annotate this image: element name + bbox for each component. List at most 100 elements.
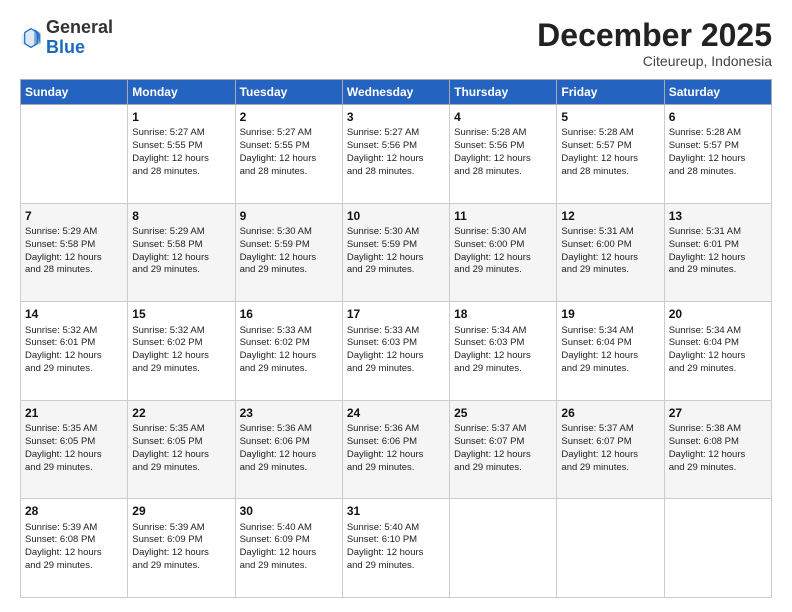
logo-text: General Blue (46, 18, 113, 58)
day-info-line: Daylight: 12 hours (25, 449, 123, 462)
day-number: 8 (132, 208, 230, 224)
day-info-line: and 28 minutes. (669, 166, 767, 179)
calendar-cell: 29Sunrise: 5:39 AMSunset: 6:09 PMDayligh… (128, 499, 235, 598)
day-info-line: Daylight: 12 hours (454, 252, 552, 265)
day-info-line: Sunset: 5:59 PM (347, 239, 445, 252)
day-number: 7 (25, 208, 123, 224)
day-info-line: Sunset: 5:59 PM (240, 239, 338, 252)
day-number: 6 (669, 109, 767, 125)
day-info-line: Sunrise: 5:28 AM (669, 127, 767, 140)
day-number: 30 (240, 503, 338, 519)
calendar-cell: 5Sunrise: 5:28 AMSunset: 5:57 PMDaylight… (557, 105, 664, 204)
day-info-line: Sunset: 6:01 PM (25, 337, 123, 350)
day-info-line: Sunrise: 5:30 AM (347, 226, 445, 239)
header: General Blue December 2025 Citeureup, In… (20, 18, 772, 69)
day-info-line: Sunset: 6:08 PM (669, 436, 767, 449)
day-info-line: and 29 minutes. (132, 560, 230, 573)
day-info-line: Sunrise: 5:30 AM (240, 226, 338, 239)
day-info-line: Daylight: 12 hours (240, 547, 338, 560)
day-number: 26 (561, 405, 659, 421)
day-info-line: and 29 minutes. (240, 264, 338, 277)
day-number: 1 (132, 109, 230, 125)
day-info-line: Sunrise: 5:31 AM (561, 226, 659, 239)
day-info-line: Daylight: 12 hours (561, 252, 659, 265)
calendar-cell: 17Sunrise: 5:33 AMSunset: 6:03 PMDayligh… (342, 302, 449, 401)
day-info-line: Sunset: 6:07 PM (454, 436, 552, 449)
day-info-line: and 29 minutes. (347, 264, 445, 277)
calendar-cell (450, 499, 557, 598)
day-info-line: and 29 minutes. (25, 462, 123, 475)
day-number: 18 (454, 306, 552, 322)
day-info-line: Sunset: 5:56 PM (454, 140, 552, 153)
day-info-line: and 29 minutes. (454, 363, 552, 376)
calendar-week-2: 7Sunrise: 5:29 AMSunset: 5:58 PMDaylight… (21, 203, 772, 302)
day-number: 24 (347, 405, 445, 421)
calendar-cell: 7Sunrise: 5:29 AMSunset: 5:58 PMDaylight… (21, 203, 128, 302)
calendar-cell: 21Sunrise: 5:35 AMSunset: 6:05 PMDayligh… (21, 400, 128, 499)
day-info-line: Sunset: 6:02 PM (132, 337, 230, 350)
logo: General Blue (20, 18, 113, 58)
day-info-line: Sunset: 6:05 PM (25, 436, 123, 449)
day-info-line: Daylight: 12 hours (132, 350, 230, 363)
day-info-line: Sunrise: 5:35 AM (25, 423, 123, 436)
day-info-line: Daylight: 12 hours (347, 449, 445, 462)
day-number: 31 (347, 503, 445, 519)
calendar-cell: 14Sunrise: 5:32 AMSunset: 6:01 PMDayligh… (21, 302, 128, 401)
day-info-line: Sunrise: 5:35 AM (132, 423, 230, 436)
day-info-line: Sunset: 5:57 PM (669, 140, 767, 153)
day-number: 9 (240, 208, 338, 224)
col-header-monday: Monday (128, 80, 235, 105)
day-info-line: Sunrise: 5:27 AM (347, 127, 445, 140)
day-info-line: Sunset: 5:55 PM (240, 140, 338, 153)
day-number: 11 (454, 208, 552, 224)
day-info-line: and 29 minutes. (25, 560, 123, 573)
calendar-cell: 10Sunrise: 5:30 AMSunset: 5:59 PMDayligh… (342, 203, 449, 302)
day-info-line: Sunrise: 5:32 AM (25, 325, 123, 338)
day-info-line: and 29 minutes. (669, 264, 767, 277)
calendar-cell: 3Sunrise: 5:27 AMSunset: 5:56 PMDaylight… (342, 105, 449, 204)
day-info-line: Sunset: 6:08 PM (25, 534, 123, 547)
calendar-cell: 16Sunrise: 5:33 AMSunset: 6:02 PMDayligh… (235, 302, 342, 401)
calendar-cell: 25Sunrise: 5:37 AMSunset: 6:07 PMDayligh… (450, 400, 557, 499)
day-number: 10 (347, 208, 445, 224)
day-number: 14 (25, 306, 123, 322)
day-info-line: Sunrise: 5:34 AM (454, 325, 552, 338)
day-number: 2 (240, 109, 338, 125)
day-number: 17 (347, 306, 445, 322)
day-number: 16 (240, 306, 338, 322)
calendar-week-5: 28Sunrise: 5:39 AMSunset: 6:08 PMDayligh… (21, 499, 772, 598)
day-info-line: Daylight: 12 hours (240, 252, 338, 265)
day-info-line: Sunrise: 5:36 AM (240, 423, 338, 436)
calendar-cell: 20Sunrise: 5:34 AMSunset: 6:04 PMDayligh… (664, 302, 771, 401)
day-info-line: and 29 minutes. (454, 462, 552, 475)
day-info-line: and 28 minutes. (132, 166, 230, 179)
day-info-line: Daylight: 12 hours (25, 547, 123, 560)
day-info-line: Sunset: 5:56 PM (347, 140, 445, 153)
day-number: 28 (25, 503, 123, 519)
day-info-line: and 29 minutes. (132, 462, 230, 475)
day-number: 13 (669, 208, 767, 224)
logo-icon (20, 27, 42, 49)
calendar-cell: 8Sunrise: 5:29 AMSunset: 5:58 PMDaylight… (128, 203, 235, 302)
calendar-cell: 4Sunrise: 5:28 AMSunset: 5:56 PMDaylight… (450, 105, 557, 204)
day-info-line: and 29 minutes. (454, 264, 552, 277)
month-title: December 2025 (537, 18, 772, 53)
day-info-line: Daylight: 12 hours (669, 350, 767, 363)
logo-general: General (46, 17, 113, 37)
day-info-line: Sunrise: 5:27 AM (240, 127, 338, 140)
day-info-line: Sunrise: 5:34 AM (561, 325, 659, 338)
calendar-cell: 18Sunrise: 5:34 AMSunset: 6:03 PMDayligh… (450, 302, 557, 401)
day-info-line: Daylight: 12 hours (669, 449, 767, 462)
day-info-line: Sunrise: 5:37 AM (454, 423, 552, 436)
calendar-cell: 6Sunrise: 5:28 AMSunset: 5:57 PMDaylight… (664, 105, 771, 204)
day-info-line: Daylight: 12 hours (347, 153, 445, 166)
day-info-line: Sunrise: 5:38 AM (669, 423, 767, 436)
day-info-line: and 28 minutes. (454, 166, 552, 179)
day-number: 29 (132, 503, 230, 519)
col-header-sunday: Sunday (21, 80, 128, 105)
day-info-line: and 29 minutes. (561, 363, 659, 376)
day-info-line: Sunrise: 5:29 AM (132, 226, 230, 239)
day-info-line: and 29 minutes. (132, 363, 230, 376)
day-info-line: Daylight: 12 hours (669, 252, 767, 265)
calendar-cell: 1Sunrise: 5:27 AMSunset: 5:55 PMDaylight… (128, 105, 235, 204)
